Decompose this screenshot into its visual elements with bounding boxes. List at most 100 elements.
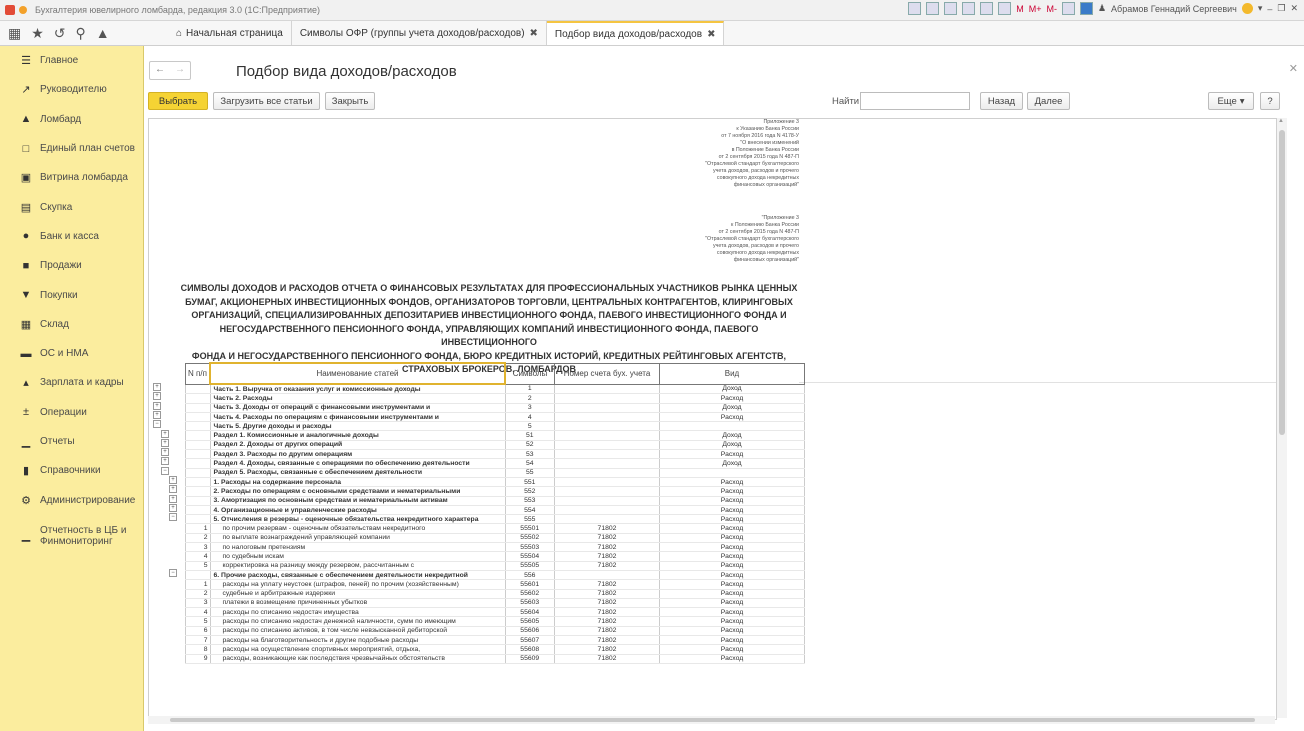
table-row[interactable]: 2 по выплате вознаграждений управляющей к… bbox=[185, 533, 805, 544]
table-row[interactable]: Раздел 1. Комиссионные и аналогичные дох… bbox=[185, 430, 805, 441]
sidebar-item[interactable]: ● Банк и касса bbox=[0, 222, 143, 251]
table-row[interactable]: 4 расходы по списанию недостач имущества 5… bbox=[185, 607, 805, 618]
dropdown-icon[interactable]: ▾ bbox=[1258, 3, 1263, 14]
calendar-icon[interactable] bbox=[980, 2, 994, 15]
expand-icon[interactable]: + bbox=[161, 438, 169, 447]
table-row[interactable]: Раздел 2. Доходы от других операций 52 Дох… bbox=[185, 440, 805, 451]
memory-mplus-icon[interactable]: M+ bbox=[1029, 4, 1042, 14]
table-row[interactable]: Раздел 5. Расходы, связанные с обеспечен… bbox=[185, 468, 805, 478]
minimize-icon[interactable]: – bbox=[1267, 4, 1272, 14]
expand-icon[interactable]: + bbox=[161, 429, 169, 438]
expand-icon[interactable]: + bbox=[169, 485, 177, 494]
expand-icon[interactable]: + bbox=[169, 503, 177, 512]
sidebar-item[interactable]: ▴ Зарплата и кадры bbox=[0, 368, 143, 397]
scroll-thumb[interactable] bbox=[1279, 130, 1285, 435]
sidebar-item[interactable]: ▬ ОС и НМА bbox=[0, 339, 143, 368]
table-row[interactable]: 5. Отчисления в резервы - оценочные обяз… bbox=[185, 514, 805, 525]
table-row[interactable]: 4. Организационные и управленческие расх… bbox=[185, 505, 805, 516]
collapse-icon[interactable]: − bbox=[161, 466, 169, 475]
col-number[interactable]: N п/п bbox=[185, 362, 211, 385]
tab-close-icon[interactable]: ✖ bbox=[530, 28, 538, 39]
user-name[interactable]: Абрамов Геннадий Сергеевич bbox=[1111, 4, 1237, 14]
expand-icon[interactable]: + bbox=[169, 476, 177, 484]
favorites-icon[interactable]: ★ bbox=[31, 25, 44, 42]
expand-icon[interactable]: + bbox=[161, 457, 169, 466]
sidebar-item[interactable]: ▣ Витрина ломбарда bbox=[0, 163, 143, 192]
tab-home[interactable]: ⌂ Начальная страница bbox=[168, 21, 292, 45]
table-row[interactable]: 6. Прочие расходы, связанные с обеспечен… bbox=[185, 570, 805, 581]
table-row[interactable]: 4 по судебным искам 55504 71802 Расход bbox=[185, 551, 805, 562]
memory-m-icon[interactable]: M bbox=[1016, 4, 1024, 14]
collapse-icon[interactable]: − bbox=[169, 569, 177, 577]
zoom-icon[interactable] bbox=[1061, 2, 1075, 15]
table-row[interactable]: Раздел 4. Доходы, связанные с операциями… bbox=[185, 458, 805, 469]
info-icon[interactable] bbox=[1241, 3, 1253, 14]
sidebar-item[interactable]: □ Единый план счетов bbox=[0, 134, 143, 163]
spreadsheet-document[interactable]: Приложение 3к Указанию Банка России от 7 … bbox=[148, 118, 1277, 720]
sidebar-item[interactable]: ▮ Справочники bbox=[0, 456, 143, 485]
load-all-button[interactable]: Загрузить все статьи bbox=[213, 92, 320, 110]
expand-icon[interactable]: + bbox=[153, 401, 161, 410]
tab-ofr-symbols[interactable]: Символы ОФР (группы учета доходов/расход… bbox=[292, 21, 547, 45]
table-row[interactable]: 2 судебные и арбитражные издержки 55602 718… bbox=[185, 589, 805, 599]
table-row[interactable]: 3. Амортизация по основным средствам и н… bbox=[185, 496, 805, 506]
next-button[interactable]: Далее bbox=[1027, 92, 1070, 110]
select-button[interactable]: Выбрать bbox=[148, 92, 208, 110]
preview-icon[interactable] bbox=[944, 2, 958, 15]
tab-close-icon[interactable]: ✖ bbox=[707, 29, 715, 40]
expand-icon[interactable]: + bbox=[161, 448, 169, 457]
collapse-icon[interactable]: − bbox=[153, 420, 161, 429]
sidebar-item[interactable]: ▼ Покупки bbox=[0, 280, 143, 309]
app-menu-icon[interactable] bbox=[19, 6, 27, 14]
horizontal-scrollbar[interactable] bbox=[148, 716, 1275, 724]
table-row[interactable]: 1. Расходы на содержание персонала 551 Рас… bbox=[185, 477, 805, 488]
col-kind[interactable]: Вид bbox=[659, 362, 805, 385]
col-symbols[interactable]: Символы bbox=[504, 362, 555, 385]
table-row[interactable]: 5 корректировка на разницу между резервом… bbox=[185, 561, 805, 571]
hscroll-thumb[interactable] bbox=[170, 718, 1255, 722]
expand-icon[interactable]: + bbox=[169, 494, 177, 503]
save-icon[interactable] bbox=[908, 2, 922, 15]
search-icon[interactable]: ⚲ bbox=[76, 25, 86, 42]
table-row[interactable]: 9 расходы, возникающие как последствия чр… bbox=[185, 654, 805, 664]
memory-mminus-icon[interactable]: M- bbox=[1046, 4, 1057, 14]
expand-icon[interactable]: + bbox=[153, 383, 161, 391]
history-icon[interactable]: ↺ bbox=[54, 25, 66, 42]
sidebar-item[interactable]: ▲ Ломбард bbox=[0, 105, 143, 134]
table-row[interactable]: Часть 3. Доходы от операций с финансовым… bbox=[185, 403, 805, 413]
table-row[interactable]: 6 расходы по списанию активов, в том числ… bbox=[185, 626, 805, 637]
scroll-up-icon[interactable]: ▲ bbox=[1278, 118, 1284, 124]
sidebar-item[interactable]: ▁ Отчеты bbox=[0, 427, 143, 456]
tab-income-expense-select[interactable]: Подбор вида доходов/расходов ✖ bbox=[546, 21, 725, 45]
sidebar-item[interactable]: ▁ Отчетность в ЦБ и Финмониторинг bbox=[0, 515, 143, 557]
grid-menu-icon[interactable]: ▦ bbox=[8, 25, 21, 42]
back-button[interactable]: Назад bbox=[980, 92, 1023, 110]
sidebar-item[interactable]: ■ Продажи bbox=[0, 251, 143, 280]
more-button[interactable]: Еще ▾ bbox=[1208, 92, 1254, 110]
table-row[interactable]: Раздел 3. Расходы по другим операциям 53 Р… bbox=[185, 449, 805, 460]
table-row[interactable]: Часть 1. Выручка от оказания услуг и ком… bbox=[185, 384, 805, 395]
bell-icon[interactable]: ▲ bbox=[96, 25, 110, 41]
table-row[interactable]: 8 расходы на осуществление спортивных мер… bbox=[185, 644, 805, 655]
table-row[interactable]: Часть 5. Другие доходы и расходы 5 bbox=[185, 421, 805, 432]
close-button[interactable]: Закрыть bbox=[325, 92, 375, 110]
table-row[interactable]: 5 расходы по списанию недостач денежной н… bbox=[185, 616, 805, 627]
table-row[interactable]: Часть 4. Расходы по операциям с финансов… bbox=[185, 412, 805, 423]
sidebar-item[interactable]: ⚙ Администрирование bbox=[0, 485, 143, 514]
sidebar-item[interactable]: ▦ Склад bbox=[0, 310, 143, 339]
link-icon[interactable] bbox=[962, 2, 976, 15]
table-row[interactable]: Часть 2. Расходы 2 Расход bbox=[185, 393, 805, 404]
table-row[interactable]: 1 по прочим резервам - оценочным обязател… bbox=[185, 523, 805, 534]
form-close-icon[interactable]: ✕ bbox=[1289, 62, 1298, 75]
table-row[interactable]: 2. Расходы по операциям с основными сред… bbox=[185, 486, 805, 497]
col-name[interactable]: Наименование статей bbox=[209, 362, 506, 385]
close-icon[interactable]: ✕ bbox=[1290, 3, 1298, 14]
back-arrow-icon[interactable]: ← bbox=[150, 62, 170, 79]
print-icon[interactable] bbox=[926, 2, 940, 15]
collapse-icon[interactable]: − bbox=[169, 513, 177, 522]
expand-icon[interactable]: + bbox=[153, 392, 161, 401]
app-logo-icon[interactable] bbox=[5, 5, 15, 15]
table-row[interactable]: 3 платежи в возмещение причиненных убытко… bbox=[185, 598, 805, 609]
sidebar-item[interactable]: ▤ Скупка bbox=[0, 192, 143, 221]
table-row[interactable]: 3 по налоговым претензиям 55503 71802 Расход bbox=[185, 542, 805, 553]
